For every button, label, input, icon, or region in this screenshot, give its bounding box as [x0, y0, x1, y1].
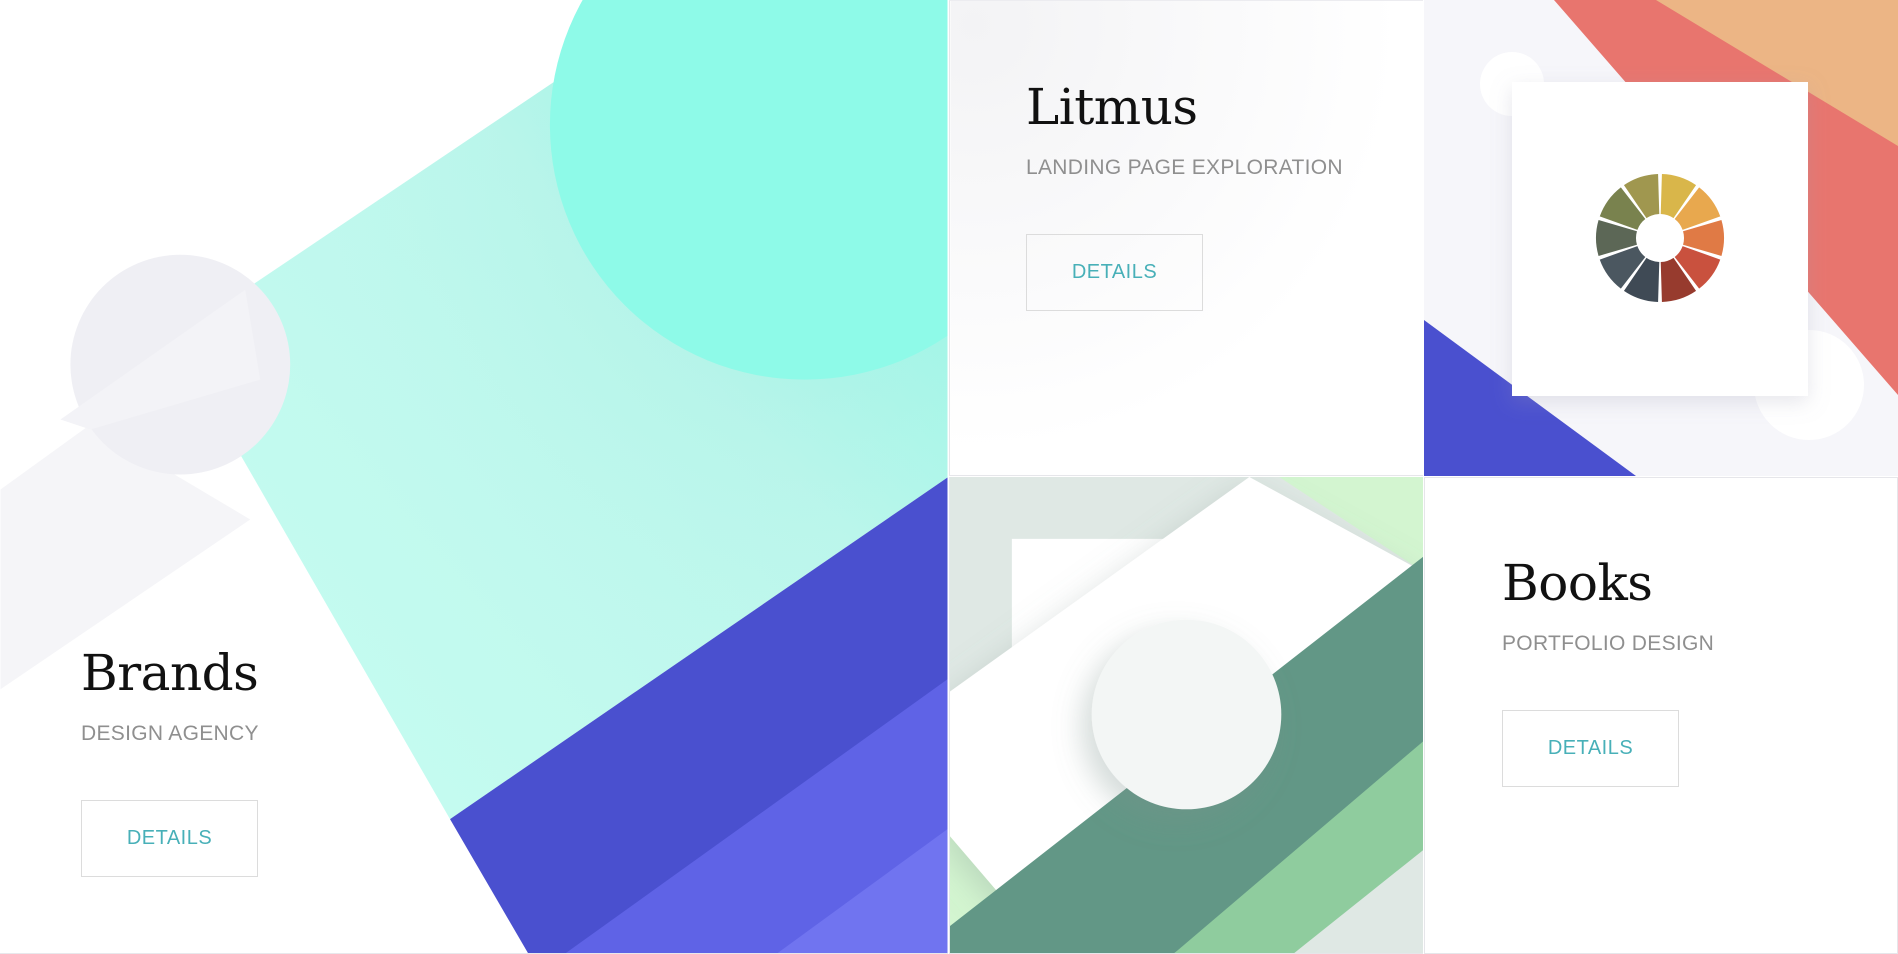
geometric-artwork-card[interactable]	[949, 477, 1423, 954]
brands-text-block: Brands DESIGN AGENCY DETAILS	[81, 648, 259, 877]
books-text-block: Books PORTFOLIO DESIGN DETAILS	[1502, 558, 1714, 787]
books-title: Books	[1502, 554, 1653, 612]
palette-artwork	[1424, 0, 1898, 476]
palette-card[interactable]	[1424, 0, 1898, 476]
litmus-subtitle: LANDING PAGE EXPLORATION	[1026, 156, 1343, 179]
litmus-details-button[interactable]: DETAILS	[1026, 234, 1203, 311]
books-details-button[interactable]: DETAILS	[1502, 710, 1679, 787]
brands-details-button[interactable]: DETAILS	[81, 800, 258, 877]
brands-card[interactable]: Brands DESIGN AGENCY DETAILS	[0, 0, 948, 954]
brands-subtitle: DESIGN AGENCY	[81, 722, 259, 745]
books-subtitle: PORTFOLIO DESIGN	[1502, 632, 1715, 655]
geometric-artwork	[950, 477, 1423, 953]
brands-title: Brands	[81, 644, 259, 702]
litmus-text-block: Litmus LANDING PAGE EXPLORATION DETAILS	[1026, 82, 1343, 311]
litmus-title: Litmus	[1026, 78, 1198, 136]
